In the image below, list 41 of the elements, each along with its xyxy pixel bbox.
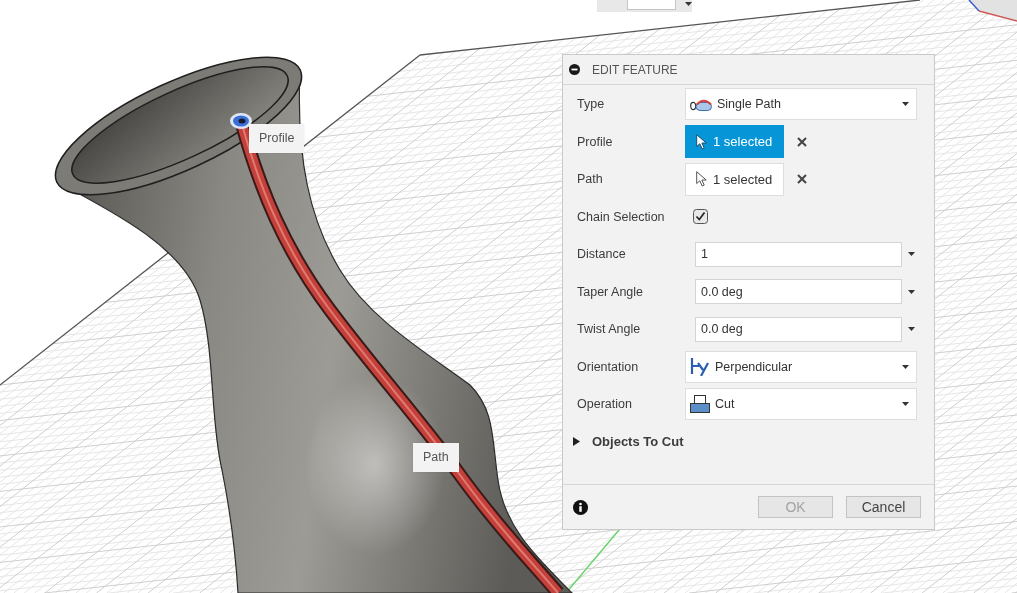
callout-label: Path	[413, 443, 459, 472]
axes-icon	[690, 357, 710, 376]
field-label: Profile	[577, 134, 614, 149]
selection-button[interactable]: 1 selected	[685, 162, 784, 196]
field-label: Twist Angle	[577, 322, 642, 337]
dialog-button[interactable]: Cancel	[846, 496, 921, 518]
dropdown[interactable]: Cut	[685, 388, 917, 421]
caret-icon[interactable]	[908, 327, 915, 332]
field-label: Orientation	[577, 359, 640, 374]
input-field[interactable]	[627, 0, 676, 10]
close-icon[interactable]	[797, 174, 807, 185]
caret-icon[interactable]	[908, 289, 915, 294]
input-field[interactable]: 0.0 deg	[695, 316, 902, 342]
profile-marker-icon	[230, 113, 252, 129]
info-icon[interactable]	[573, 499, 588, 515]
checkbox[interactable]	[693, 209, 708, 225]
caret-icon[interactable]	[902, 402, 909, 407]
cursor-icon	[696, 133, 707, 150]
tray-icon	[690, 395, 710, 414]
dropdown[interactable]: Single Path	[685, 88, 917, 121]
input-field[interactable]: 0.0 deg	[695, 279, 902, 305]
caret-icon[interactable]	[685, 2, 692, 6]
field-label: Path	[577, 172, 604, 187]
caret-icon[interactable]	[902, 364, 909, 369]
field-label: Type	[577, 97, 606, 112]
dialog-title: EDIT FEATURE	[592, 62, 678, 77]
caret-icon[interactable]	[902, 102, 909, 107]
field-label: Taper Angle	[577, 284, 645, 299]
input-field[interactable]: 1	[695, 241, 902, 267]
view-cube-icon[interactable]	[967, 0, 1017, 22]
collapse-icon[interactable]	[569, 64, 580, 75]
close-icon[interactable]	[797, 136, 807, 147]
field-label: Distance	[577, 247, 627, 262]
field-label: Operation	[577, 397, 633, 412]
section-header[interactable]: Objects To Cut	[563, 423, 684, 461]
callout-label: Profile	[249, 124, 305, 153]
tube-icon	[690, 97, 712, 112]
cursor-icon	[696, 171, 707, 188]
caret-icon[interactable]	[908, 252, 915, 257]
field-label: Chain Selection	[577, 209, 666, 224]
dropdown[interactable]: Perpendicular	[685, 350, 917, 383]
